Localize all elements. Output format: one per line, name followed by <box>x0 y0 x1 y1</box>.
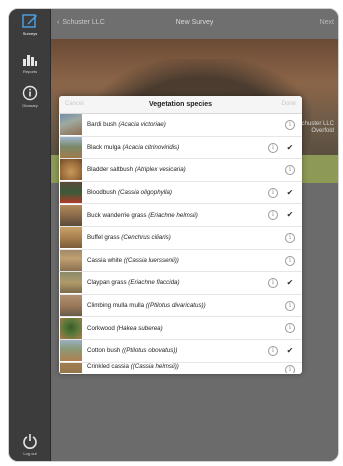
species-thumbnail <box>60 295 82 317</box>
info-icon[interactable]: i <box>285 165 295 176</box>
edit-icon <box>22 14 37 28</box>
list-item[interactable]: Crinkled cassia ((Cassia helmsii)) i <box>59 362 302 373</box>
sidebar-item-label: Glossary <box>22 103 38 108</box>
list-item[interactable]: Bladder saltbush (Atriplex vesicaria) i <box>59 159 302 182</box>
checkmark-icon: ✔ <box>286 142 294 152</box>
hero-line1: Schuster LLC <box>297 121 334 127</box>
list-item[interactable]: Buck wanderrie grass (Eriachne helmsii) … <box>59 204 302 227</box>
navigation-bar: ‹ Schuster LLC New Survey Next <box>51 9 338 39</box>
species-thumbnail <box>60 114 82 136</box>
checkmark-icon: ✔ <box>286 278 294 288</box>
species-name: Climbing mulla mulla ((Ptilotus divarica… <box>87 302 206 310</box>
bar-chart-icon <box>23 55 37 66</box>
info-icon[interactable]: i <box>285 300 295 311</box>
species-thumbnail <box>60 340 82 362</box>
list-item[interactable]: Black mulga (Acacia citrinoviridis) i ✔ <box>59 136 302 160</box>
species-name: Bardi bush (Acacia victoriae) <box>87 121 166 129</box>
hero-caption: Schuster LLC Overfold <box>298 121 334 135</box>
list-item[interactable]: Cotton bush ((Ptilotus obovatus)) i ✔ <box>59 340 302 363</box>
species-thumbnail <box>60 204 82 226</box>
checkmark-icon: ✔ <box>286 210 294 220</box>
sidebar-item-glossary[interactable]: Glossary <box>9 85 51 108</box>
logout-button[interactable]: Log out <box>9 433 51 456</box>
next-button[interactable]: Next <box>320 19 334 26</box>
sidebar-item-reports[interactable]: Reports <box>9 51 51 74</box>
species-list[interactable]: Bardi bush (Acacia victoriae) i Black mu… <box>59 114 302 373</box>
list-item[interactable]: Buffel grass (Cenchrus ciliaris) i <box>59 227 302 250</box>
info-icon[interactable]: i <box>268 210 278 221</box>
info-icon[interactable]: i <box>285 364 295 373</box>
logout-label: Log out <box>23 451 37 456</box>
info-icon[interactable]: i <box>268 187 278 198</box>
sidebar-item-label: Surveys <box>22 31 38 36</box>
info-icon[interactable]: i <box>285 255 295 266</box>
species-thumbnail <box>60 182 82 204</box>
species-name: Bladder saltbush (Atriplex vesicaria) <box>87 166 186 174</box>
sidebar-item-surveys[interactable]: Surveys <box>9 13 51 36</box>
species-thumbnail <box>60 249 82 271</box>
list-item[interactable]: Claypan grass (Eriachne flaccida) i ✔ <box>59 272 302 295</box>
species-name: Crinkled cassia ((Cassia helmsii)) <box>87 362 179 370</box>
species-name: Corkwood (Hakea suberea) <box>87 324 163 332</box>
power-icon <box>23 434 37 449</box>
info-icon[interactable]: i <box>285 120 295 130</box>
page-title: New Survey <box>175 19 214 26</box>
species-thumbnail <box>60 362 82 373</box>
species-thumbnail <box>60 227 82 249</box>
info-icon[interactable]: i <box>268 142 278 153</box>
hero-line2: Overfold <box>311 128 334 134</box>
done-button[interactable]: Done <box>282 101 296 107</box>
species-thumbnail <box>60 317 82 339</box>
list-item[interactable]: Bardi bush (Acacia victoriae) i <box>59 114 302 137</box>
species-name: Buffel grass (Cenchrus ciliaris) <box>87 234 171 242</box>
vegetation-species-modal: Cancel Vegetation species Done Bardi bus… <box>59 96 302 374</box>
modal-title: Vegetation species <box>148 101 213 108</box>
info-icon[interactable]: i <box>268 278 278 289</box>
list-item[interactable]: Cassia white ((Cassia luerssenii)) i <box>59 249 302 273</box>
list-item[interactable]: Bloodbush (Cassia oligophylla) i ✔ <box>59 182 302 205</box>
info-icon[interactable]: i <box>285 323 295 334</box>
species-thumbnail <box>60 272 82 294</box>
info-icon <box>22 85 38 101</box>
modal-header: Cancel Vegetation species Done <box>59 96 302 114</box>
sidebar: Surveys Reports Glossary Log out <box>9 9 51 461</box>
info-icon[interactable]: i <box>268 345 278 356</box>
list-item[interactable]: Corkwood (Hakea suberea) i <box>59 317 302 340</box>
info-icon[interactable]: i <box>285 232 295 243</box>
species-name: Cassia white ((Cassia luerssenii)) <box>87 256 179 264</box>
species-thumbnail <box>60 136 82 158</box>
checkmark-icon: ✔ <box>286 345 294 355</box>
list-item[interactable]: Climbing mulla mulla ((Ptilotus divarica… <box>59 295 302 318</box>
species-thumbnail <box>60 159 82 181</box>
sidebar-item-label: Reports <box>22 69 37 74</box>
checkmark-icon: ✔ <box>286 187 294 197</box>
